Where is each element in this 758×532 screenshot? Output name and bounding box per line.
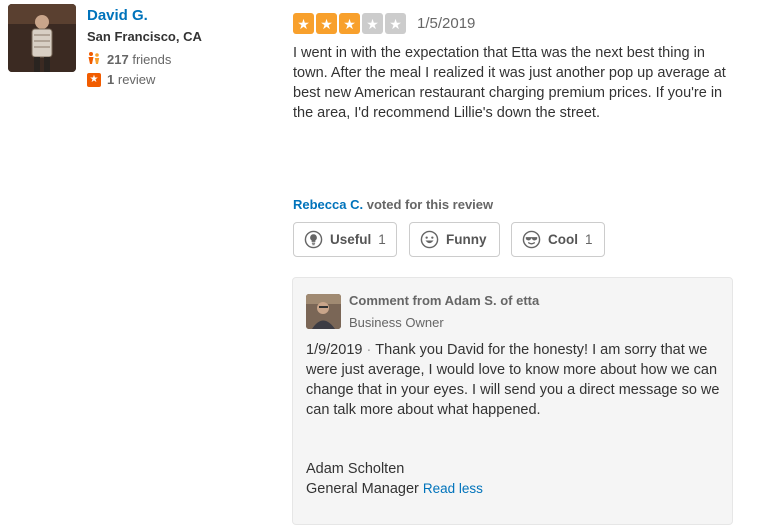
useful-count: 1 <box>378 232 386 247</box>
comment-role: Business Owner <box>349 315 444 330</box>
cool-label: Cool <box>548 232 578 247</box>
reviewer-name[interactable]: David G. <box>87 7 148 24</box>
friends-stat: 217 friends <box>87 51 171 68</box>
reviewer-location: San Francisco, CA <box>87 29 202 44</box>
friends-label: friends <box>132 52 172 67</box>
owner-comment: Comment from Adam S. of etta Business Ow… <box>292 277 733 525</box>
voted-line: Rebecca C. voted for this review <box>293 197 493 212</box>
comment-signoff: Adam Scholten General Manager Read less <box>306 459 483 499</box>
useful-button[interactable]: Useful 1 <box>293 222 397 257</box>
funny-label: Funny <box>446 232 487 247</box>
reviewer-avatar[interactable] <box>8 4 76 72</box>
comment-body: 1/9/2019 · Thank you David for the honesty… <box>306 340 721 420</box>
lightbulb-icon <box>304 230 323 249</box>
review-text: I went in with the expectation that Etta… <box>293 45 726 121</box>
review-date: 1/5/2019 <box>417 15 476 32</box>
funny-button[interactable]: Funny <box>409 222 500 257</box>
star-icon: ★ <box>385 13 406 34</box>
voted-text: voted for this review <box>366 197 494 212</box>
star-icon: ★ <box>362 13 383 34</box>
reviews-label: review <box>117 72 156 87</box>
useful-label: Useful <box>330 232 372 247</box>
cool-count: 1 <box>585 232 593 247</box>
signature-title: General Manager <box>306 481 419 497</box>
sunglasses-icon <box>522 230 541 249</box>
comment-header: Comment from Adam S. of etta <box>349 293 540 308</box>
voter-name[interactable]: Rebecca C. <box>293 197 363 212</box>
reviews-stat: ★ 1 review <box>87 72 155 87</box>
smiley-icon <box>420 230 439 249</box>
read-less-link[interactable]: Read less <box>423 481 483 496</box>
cool-button[interactable]: Cool 1 <box>511 222 605 257</box>
friends-icon <box>87 51 101 68</box>
comment-date: 1/9/2019 <box>306 342 363 358</box>
owner-avatar[interactable] <box>306 294 341 329</box>
signature-name: Adam Scholten <box>306 461 405 477</box>
comment-separator: · <box>366 342 372 358</box>
reviews-count: 1 <box>107 72 115 87</box>
star-rating: ★ ★ ★ ★ ★ <box>293 13 406 34</box>
friends-count: 217 <box>107 52 129 67</box>
star-badge-icon: ★ <box>87 72 101 87</box>
star-icon: ★ <box>316 13 337 34</box>
star-icon: ★ <box>293 13 314 34</box>
star-icon: ★ <box>339 13 360 34</box>
